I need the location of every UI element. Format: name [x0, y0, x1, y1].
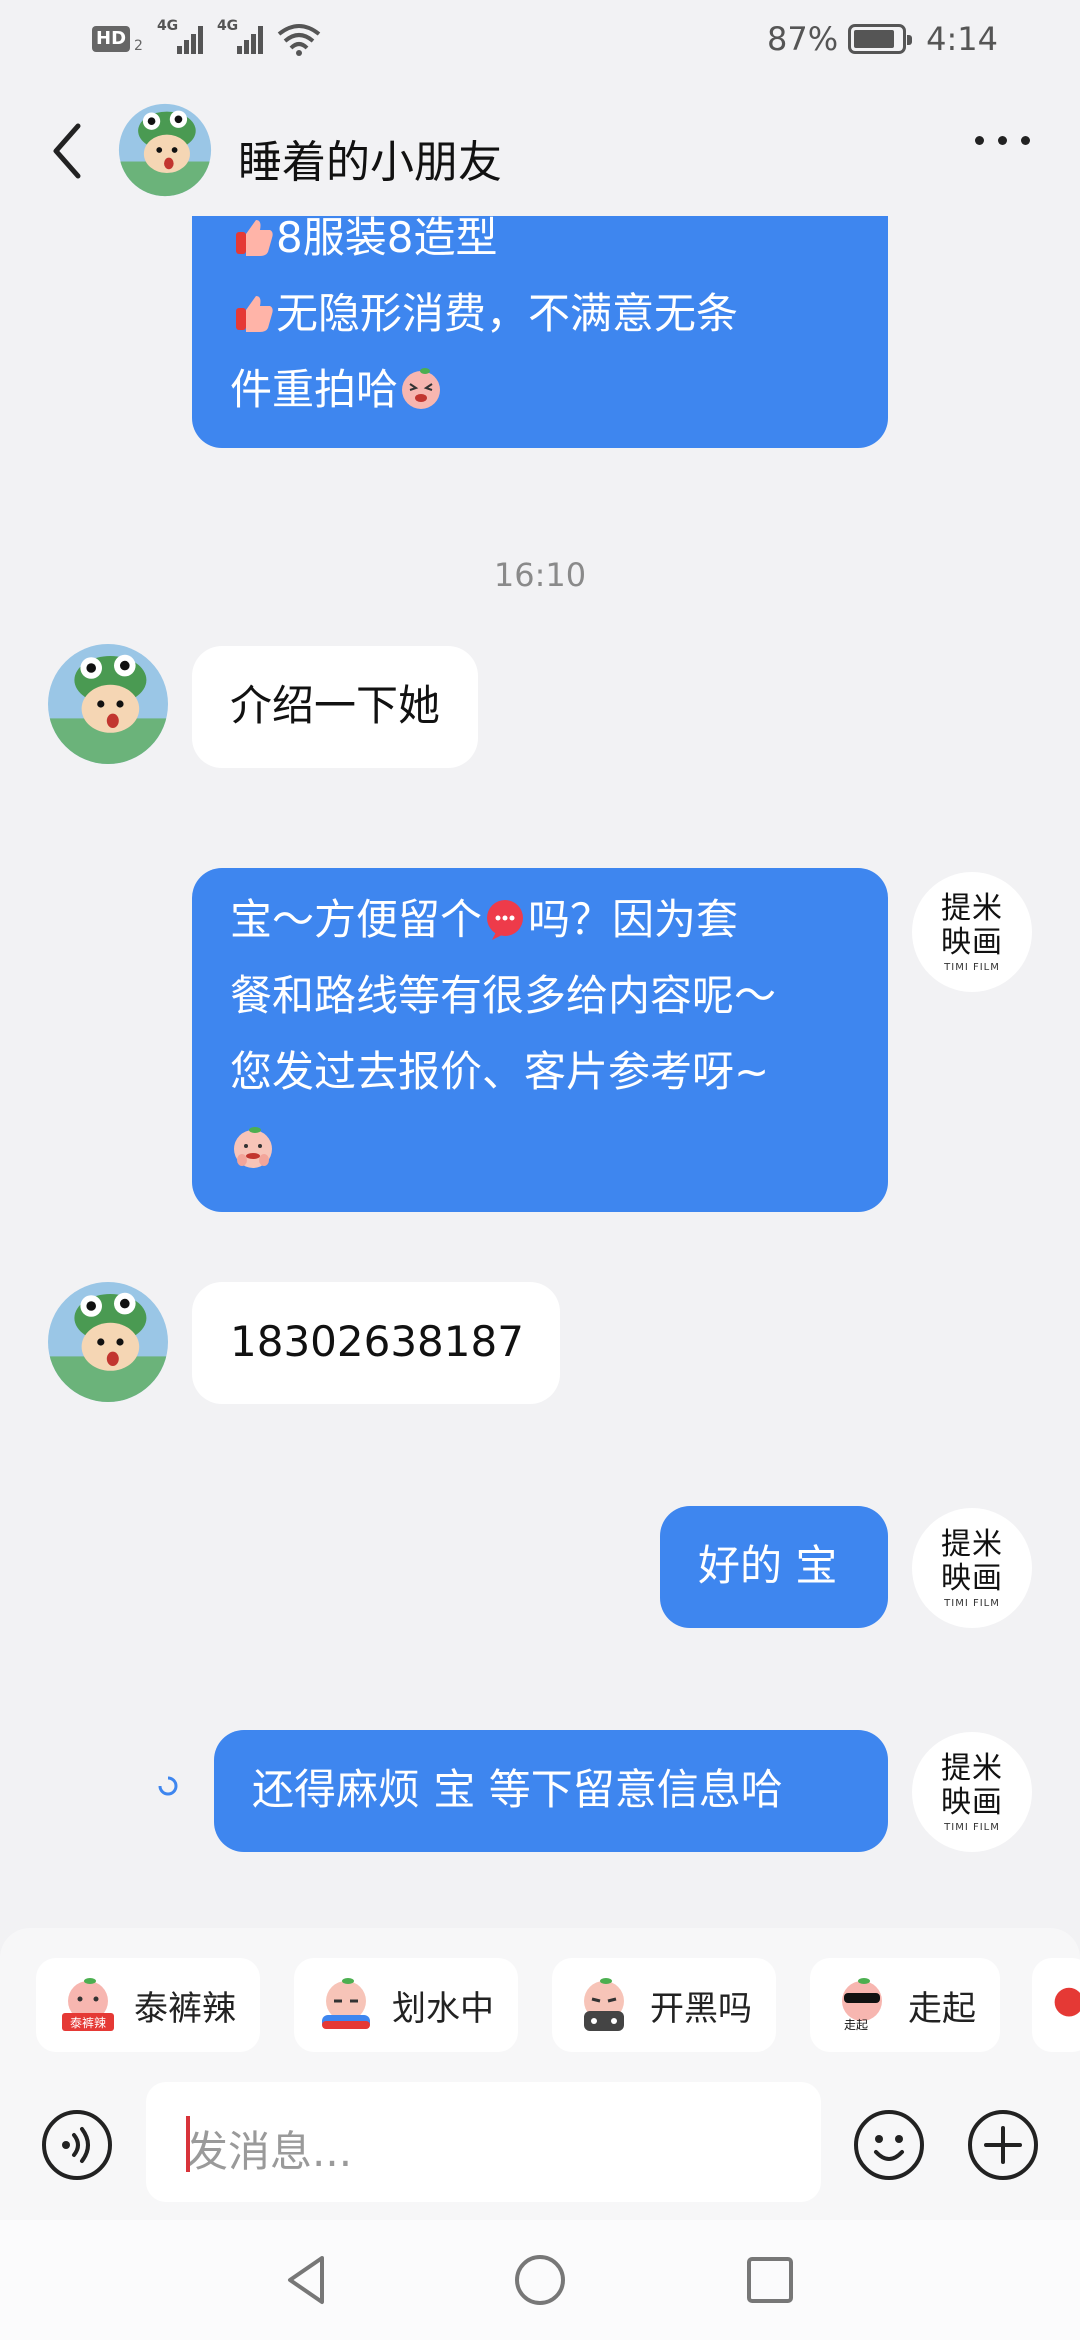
text-caret: [186, 2116, 190, 2172]
quick-reply-label: 走起: [908, 1988, 976, 2029]
thumbs-up-icon: [236, 219, 273, 256]
circle-home-icon[interactable]: [512, 2252, 568, 2308]
status-left: HD 2 4G 4G: [92, 18, 321, 56]
logo-line: 映画: [941, 924, 1003, 960]
battery-icon: [848, 24, 913, 54]
logo-line: 映画: [941, 1560, 1003, 1596]
message-list[interactable]: 8服装8造型 无隐形消费，不满意无条 件重拍哈 16:10 介绍一下她 宝～方便…: [0, 216, 1080, 1916]
quick-reply-label: 开黑吗: [650, 1988, 752, 2029]
message-line: 餐和路线等有很多给内容呢～: [230, 971, 777, 1020]
input-placeholder: 发消息...: [186, 2127, 353, 2176]
chat-header: 睡着的小朋友: [0, 96, 1080, 206]
message-input[interactable]: 发消息...: [146, 2082, 821, 2202]
sticker-icon: [1054, 1987, 1080, 2017]
quick-reply-bar: 泰裤辣 泰裤辣 划水中 开黑吗 走起 走起: [0, 1928, 1080, 2078]
message-bubble-outgoing[interactable]: 好的 宝: [660, 1506, 888, 1628]
chat-bubble-icon: [487, 899, 524, 940]
hd-sub: 2: [134, 38, 143, 54]
logo-line: 提米: [941, 890, 1003, 926]
signal-label: 4G: [156, 18, 179, 34]
logo-line: 提米: [941, 1750, 1003, 1786]
sticker-icon: [322, 1978, 370, 2029]
message-line: 宝～方便留个 吗？因为套: [230, 895, 739, 944]
status-right: 87% 4:14: [767, 20, 998, 58]
message-bubble-outgoing[interactable]: 宝～方便留个 吗？因为套 餐和路线等有很多给内容呢～ 您发过去报价、客片参考呀~: [192, 868, 888, 1212]
message-text: 18302638187: [230, 1317, 524, 1366]
message-bubble-incoming[interactable]: 介绍一下她: [192, 646, 479, 768]
battery-percent: 87%: [767, 20, 839, 58]
smiley-icon[interactable]: [852, 2108, 926, 2182]
quick-reply-label: 划水中: [392, 1988, 494, 2029]
status-bar: HD 2 4G 4G 87% 4:14: [0, 0, 1080, 86]
message-bubble-outgoing[interactable]: 8服装8造型 无隐形消费，不满意无条 件重拍哈: [192, 216, 888, 448]
logo-line: 提米: [941, 1526, 1003, 1562]
sticker-text: 泰裤辣: [70, 2016, 106, 2030]
message-line: 您发过去报价、客片参考呀~: [230, 1047, 770, 1096]
message-line: 8服装8造型: [230, 216, 850, 276]
square-recent-icon[interactable]: [744, 2252, 796, 2308]
wifi-icon: [277, 24, 321, 56]
signal-icon: 4G: [157, 18, 203, 54]
more-dots-icon[interactable]: [975, 136, 1030, 145]
input-row: 发消息...: [0, 2078, 1080, 2220]
sending-spinner-icon: [158, 1776, 178, 1796]
logo-sub: TIMI FILM: [944, 1597, 1000, 1609]
message-line: [230, 1110, 850, 1186]
logo-sub: TIMI FILM: [944, 961, 1000, 973]
contact-avatar[interactable]: [117, 102, 213, 198]
contact-avatar[interactable]: [48, 1282, 168, 1402]
timestamp: 16:10: [493, 556, 587, 594]
sticker-icon: 走起: [842, 1978, 882, 2032]
voice-icon[interactable]: [40, 2108, 114, 2182]
contact-avatar[interactable]: [48, 644, 168, 764]
signal-label-2: 4G: [216, 18, 239, 34]
message-text: 还得麻烦 宝 等下留意信息哈: [252, 1765, 783, 1814]
own-avatar[interactable]: 提米 映画 TIMI FILM: [912, 1732, 1032, 1852]
message-text: 介绍一下她: [230, 681, 441, 730]
own-avatar[interactable]: 提米 映画 TIMI FILM: [912, 1508, 1032, 1628]
thumbs-up-icon: [236, 295, 273, 332]
quick-reply-chip-partial[interactable]: [1032, 1958, 1080, 2052]
contact-name: 睡着的小朋友: [238, 137, 502, 188]
quick-reply-chip[interactable]: 走起 走起: [810, 1958, 1000, 2052]
shy-sticker-icon: [234, 1126, 272, 1168]
signal-icon-2: 4G: [217, 18, 263, 54]
chevron-left-icon[interactable]: [42, 116, 98, 186]
plus-circle-icon[interactable]: [966, 2108, 1040, 2182]
message-bubble-outgoing[interactable]: 还得麻烦 宝 等下留意信息哈: [214, 1730, 888, 1852]
message-bubble-incoming[interactable]: 18302638187: [192, 1282, 560, 1404]
message-line: 无隐形消费，不满意无条: [230, 276, 850, 352]
triangle-back-icon[interactable]: [282, 2252, 332, 2308]
logo-sub: TIMI FILM: [944, 1821, 1000, 1833]
message-text: 好的 宝: [698, 1541, 838, 1590]
sticker-text: 走起: [844, 2018, 868, 2032]
clock: 4:14: [926, 20, 998, 58]
quick-reply-chip[interactable]: 划水中: [294, 1958, 518, 2052]
system-nav-bar: [0, 2220, 1080, 2340]
sticker-icon: [584, 1978, 624, 2031]
message-line: 件重拍哈: [230, 352, 850, 428]
quick-reply-chip[interactable]: 泰裤辣 泰裤辣: [36, 1958, 260, 2052]
laughing-sticker-icon: [402, 367, 441, 409]
logo-line: 映画: [941, 1784, 1003, 1820]
own-avatar[interactable]: 提米 映画 TIMI FILM: [912, 872, 1032, 992]
quick-reply-label: 泰裤辣: [134, 1988, 236, 2029]
hd-badge: HD: [92, 26, 131, 52]
sticker-icon: 泰裤辣: [62, 1978, 114, 2031]
quick-reply-chip[interactable]: 开黑吗: [552, 1958, 776, 2052]
